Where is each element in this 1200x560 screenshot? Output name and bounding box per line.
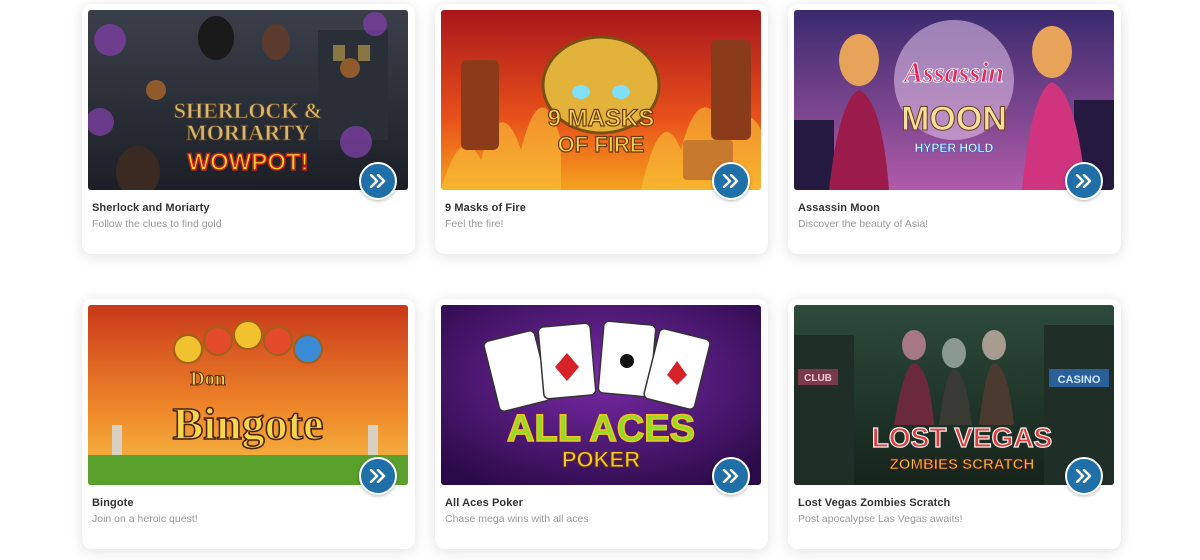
play-button[interactable] [1065,457,1103,495]
play-button[interactable] [712,162,750,200]
game-card-bingote[interactable]: Don Bingote Bingote Join on a heroic que… [82,299,415,549]
thumbnail-artwork [88,10,408,190]
thumbnail-artwork [88,305,408,485]
double-chevron-right-icon [722,174,739,188]
thumbnail-artwork [794,305,1114,485]
game-thumbnail[interactable] [794,305,1114,485]
thumbnail-artwork [441,305,761,485]
thumbnail-artwork [441,10,761,190]
game-card-lost-vegas-zombies-scratch[interactable]: CLUB CASINO LOST VEGAS ZOMBIES SCRATCH L… [788,299,1121,549]
game-title[interactable]: Assassin Moon [798,202,880,214]
game-subtitle: Chase mega wins with all aces [445,513,589,525]
game-thumbnail[interactable] [441,305,761,485]
game-card-9-masks-of-fire[interactable]: 9 MASKS OF FIRE 9 Masks of Fire Feel the… [435,4,768,254]
game-thumbnail[interactable] [441,10,761,190]
game-title[interactable]: 9 Masks of Fire [445,202,526,214]
game-thumbnail[interactable] [88,305,408,485]
double-chevron-right-icon [369,469,386,483]
game-subtitle: Feel the fire! [445,218,504,230]
game-subtitle: Discover the beauty of Asia! [798,218,929,230]
game-title[interactable]: Lost Vegas Zombies Scratch [798,497,950,509]
game-thumbnail[interactable] [794,10,1114,190]
game-title[interactable]: All Aces Poker [445,497,523,509]
play-button[interactable] [359,457,397,495]
play-button[interactable] [1065,162,1103,200]
double-chevron-right-icon [369,174,386,188]
game-card-all-aces-poker[interactable]: ALL ACES POKER All Aces Poker Chase mega… [435,299,768,549]
thumbnail-artwork [794,10,1114,190]
game-subtitle: Join on a heroic quest! [92,513,198,525]
double-chevron-right-icon [722,469,739,483]
game-title[interactable]: Sherlock and Moriarty [92,202,210,214]
play-button[interactable] [712,457,750,495]
play-button[interactable] [359,162,397,200]
double-chevron-right-icon [1075,174,1092,188]
game-thumbnail[interactable] [88,10,408,190]
game-grid: SHERLOCK & MORIARTY WOWPOT! Sherlock and… [82,4,1121,556]
game-card-assassin-moon[interactable]: Assassin MOON HYPER HOLD Assassin Moon D… [788,4,1121,254]
game-subtitle: Post apocalypse Las Vegas awaits! [798,513,963,525]
game-title[interactable]: Bingote [92,497,134,509]
game-subtitle: Follow the clues to find gold [92,218,222,230]
game-card-sherlock-and-moriarty[interactable]: SHERLOCK & MORIARTY WOWPOT! Sherlock and… [82,4,415,254]
double-chevron-right-icon [1075,469,1092,483]
